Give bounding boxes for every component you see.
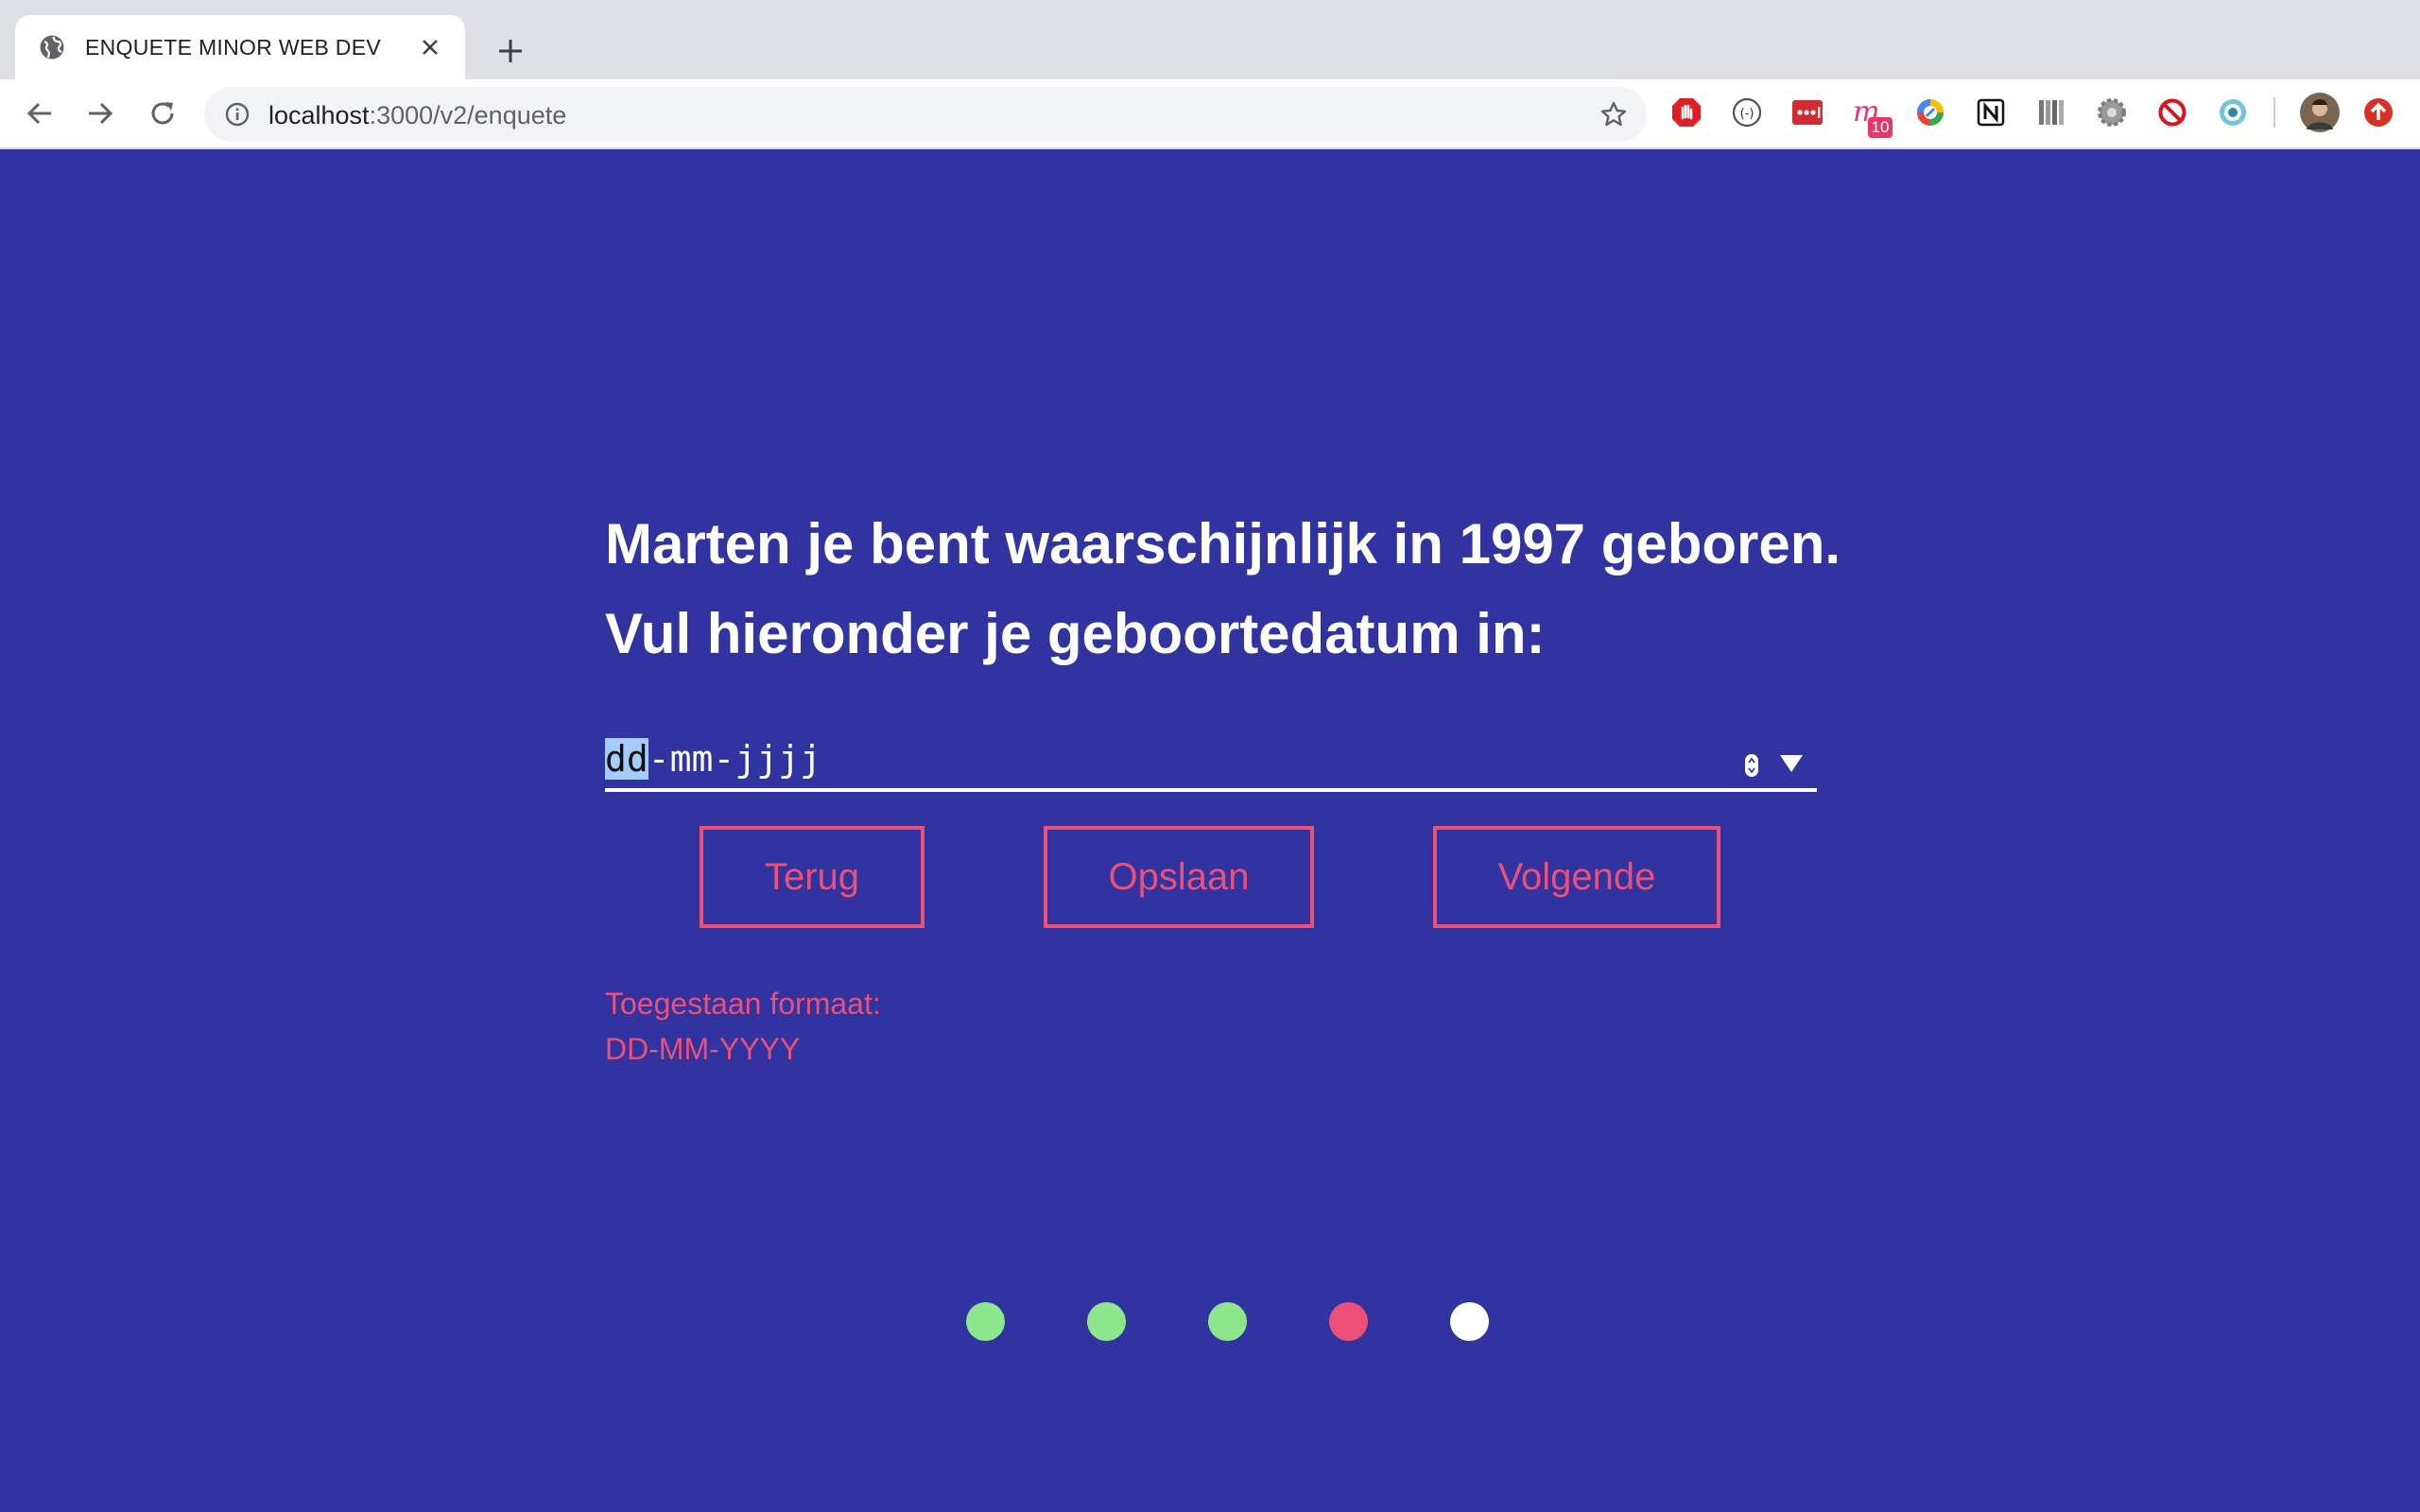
- close-icon[interactable]: [416, 33, 444, 61]
- toolbar-divider: [2273, 97, 2275, 128]
- lingo-icon[interactable]: (-): [1730, 95, 1764, 129]
- progress-dot-completed: [966, 1302, 1005, 1341]
- globe-icon: [38, 33, 66, 61]
- calendar-dropdown-icon[interactable]: [1777, 752, 1806, 775]
- info-icon[interactable]: [223, 100, 251, 129]
- format-hint: Toegestaan formaat: DD-MM-YYYY: [605, 981, 881, 1072]
- back-button[interactable]: Terug: [700, 826, 925, 928]
- survey-page: Marten je bent waarschijnlijk in 1997 ge…: [0, 149, 2420, 1512]
- progress-indicator: [966, 1302, 1495, 1342]
- date-segment-month[interactable]: mm: [670, 738, 714, 780]
- tab-strip: ENQUETE MINOR WEB DEV: [0, 0, 2420, 79]
- address-bar[interactable]: localhost:3000/v2/enquete: [204, 87, 1647, 142]
- settings-extension-icon[interactable]: [2095, 95, 2129, 129]
- date-separator: -: [648, 738, 670, 780]
- birthdate-input[interactable]: dd-mm-jjjj: [605, 728, 1817, 792]
- date-separator: -: [713, 738, 735, 780]
- new-tab-icon[interactable]: [492, 32, 529, 70]
- chrome-remote-icon[interactable]: [1913, 95, 1947, 129]
- spinner-icon[interactable]: [1744, 752, 1759, 779]
- date-input-value[interactable]: dd-mm-jjjj: [605, 737, 821, 781]
- progress-dot-completed: [1208, 1302, 1247, 1341]
- url-text[interactable]: localhost:3000/v2/enquete: [268, 101, 566, 129]
- forward-arrow-icon[interactable]: [79, 93, 121, 134]
- next-button[interactable]: Volgende: [1433, 826, 1720, 928]
- tab-title: ENQUETE MINOR WEB DEV: [85, 34, 381, 60]
- lastpass-icon[interactable]: [1790, 95, 1824, 129]
- svg-text:(-): (-): [1740, 107, 1754, 121]
- progress-dot-pending: [1450, 1302, 1489, 1341]
- page-title-line2: Vul hieronder je geboortedatum in:: [605, 602, 1546, 665]
- progress-dot-current: [1329, 1302, 1368, 1341]
- notion-icon[interactable]: [1974, 95, 2008, 129]
- extension-badge: 10: [1868, 117, 1893, 138]
- back-arrow-icon[interactable]: [19, 93, 60, 134]
- adblock-icon[interactable]: [1669, 95, 1703, 129]
- url-path: :3000/v2/enquete: [369, 101, 567, 129]
- update-icon[interactable]: [2361, 95, 2395, 129]
- eye-icon[interactable]: [2216, 95, 2250, 129]
- block-icon[interactable]: [2155, 95, 2189, 129]
- format-hint-label: Toegestaan formaat:: [605, 987, 881, 1021]
- page-title-line1: Marten je bent waarschijnlijk in 1997 ge…: [605, 512, 1841, 576]
- profile-avatar[interactable]: [2299, 92, 2341, 133]
- reload-icon[interactable]: [142, 93, 183, 134]
- date-segment-year[interactable]: jjjj: [735, 738, 821, 780]
- browser-tab[interactable]: ENQUETE MINOR WEB DEV: [15, 15, 465, 79]
- url-host: localhost: [268, 101, 370, 129]
- page-title: Marten je bent waarschijnlijk in 1997 ge…: [605, 499, 1928, 679]
- date-segment-day[interactable]: dd: [605, 738, 648, 780]
- progress-dot-completed: [1087, 1302, 1126, 1341]
- library-icon[interactable]: [2034, 95, 2068, 129]
- star-icon[interactable]: [1598, 98, 1630, 130]
- format-hint-value: DD-MM-YYYY: [605, 1032, 801, 1066]
- save-button[interactable]: Opslaan: [1044, 826, 1314, 928]
